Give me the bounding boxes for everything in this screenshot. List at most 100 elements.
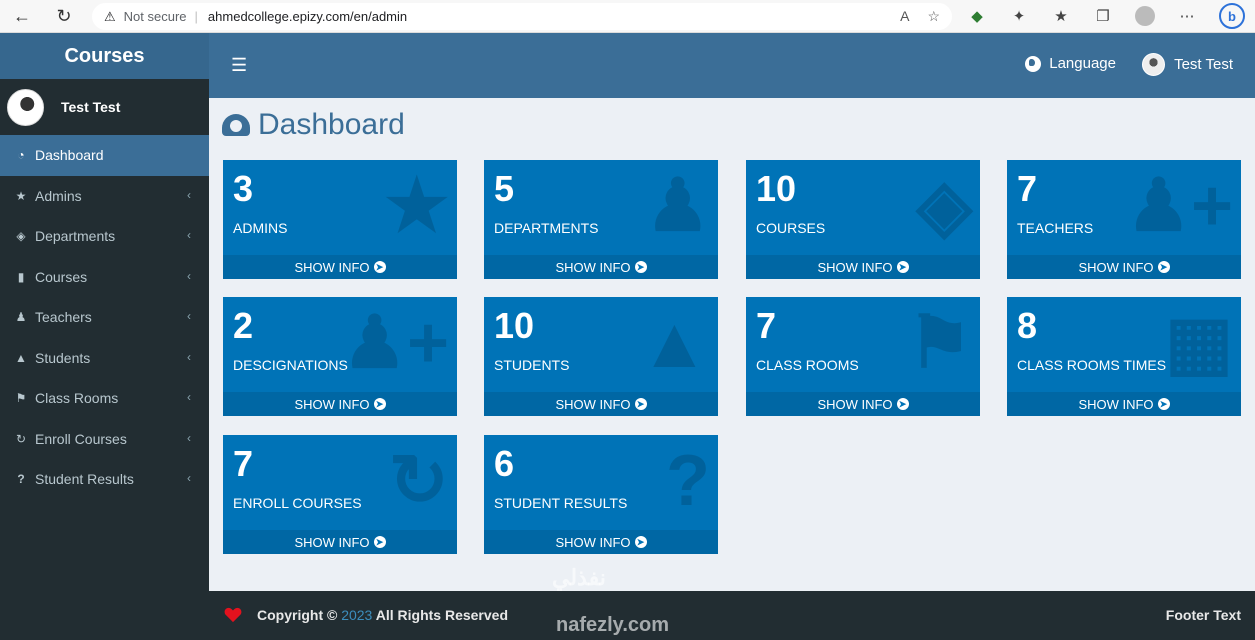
- question-icon: ?: [17, 472, 25, 487]
- sidebar-item-departments[interactable]: ◈ Departments ‹: [0, 216, 209, 257]
- extensions-puzzle-icon[interactable]: ✦: [1009, 6, 1029, 26]
- extension-leaf-icon[interactable]: ◆: [967, 6, 987, 26]
- sidebar-item-dashboard[interactable]: ◔ Dashboard: [0, 135, 209, 176]
- refresh-icon: ↻: [15, 431, 27, 446]
- tile-label: STUDENTS: [494, 357, 570, 373]
- collections-icon[interactable]: ❐: [1093, 6, 1113, 26]
- bing-icon[interactable]: b: [1219, 3, 1245, 29]
- question-icon: ?: [666, 441, 710, 521]
- tile-label: ADMINS: [233, 220, 288, 236]
- tile-label: TEACHERS: [1017, 220, 1094, 236]
- tile-count: 7: [756, 305, 777, 346]
- globe-icon: [1025, 55, 1042, 72]
- graduation-cap-icon: ▲: [638, 303, 710, 383]
- copyright-prefix: Copyright ©: [257, 607, 338, 623]
- arrow-circle-right-icon: ➤: [634, 536, 647, 548]
- avatar: [1142, 53, 1166, 76]
- tile-count: 8: [1017, 305, 1038, 346]
- sidebar-item-label: Dashboard: [35, 147, 104, 164]
- copyright-year-link[interactable]: 2023: [341, 607, 372, 623]
- language-menu[interactable]: Language: [1025, 55, 1116, 72]
- show-info-link[interactable]: SHOW INFO ➤: [746, 392, 980, 416]
- show-info-link[interactable]: SHOW INFO ➤: [484, 255, 718, 279]
- watermark-logo: نفذلي: [552, 565, 606, 590]
- show-info-link[interactable]: SHOW INFO ➤: [223, 530, 457, 554]
- watermark-url: nafezly.com: [556, 614, 669, 636]
- info-tile-teachers: 7 TEACHERS ♟+ SHOW INFO ➤: [1007, 160, 1241, 279]
- sidebar-item-label: Courses: [35, 268, 88, 285]
- sidebar-item-students[interactable]: ▲ Students ‹: [0, 338, 209, 379]
- show-info-link[interactable]: SHOW INFO ➤: [1007, 255, 1241, 279]
- reload-icon[interactable]: ↻: [50, 2, 78, 30]
- favorite-star-icon[interactable]: ☆: [927, 8, 940, 25]
- chevron-left-icon: ‹: [187, 268, 191, 283]
- show-info-link[interactable]: SHOW INFO ➤: [484, 530, 718, 554]
- arrow-circle-right-icon: ➤: [896, 261, 909, 273]
- sidebar-user-panel: Test Test: [0, 79, 209, 135]
- tile-count: 7: [1017, 168, 1038, 209]
- tile-label: CLASS ROOMS: [756, 357, 859, 373]
- arrow-circle-right-icon: ➤: [634, 398, 647, 410]
- tile-label: COURSES: [756, 220, 826, 236]
- address-bar[interactable]: ⚠ Not secure | ahmedcollege.epizy.com/en…: [92, 3, 952, 30]
- show-info-link[interactable]: SHOW INFO ➤: [746, 255, 980, 279]
- arrow-circle-right-icon: ➤: [634, 261, 647, 273]
- sidebar-item-label: Students: [35, 349, 91, 366]
- tile-label: ENROLL COURSES: [233, 495, 362, 511]
- arrow-circle-right-icon: ➤: [1157, 398, 1170, 410]
- sidebar-item-teachers[interactable]: ♟ Teachers ‹: [0, 297, 209, 338]
- show-info-label: SHOW INFO: [1078, 396, 1154, 412]
- info-tile-students: 10 STUDENTS ▲ SHOW INFO ➤: [484, 297, 718, 416]
- tile-label: DEPARTMENTS: [494, 220, 599, 236]
- info-tile-class-rooms: 7 CLASS ROOMS ⚑ SHOW INFO ➤: [746, 297, 980, 416]
- app-logo[interactable]: Courses: [0, 33, 209, 79]
- show-info-link[interactable]: SHOW INFO ➤: [223, 255, 457, 279]
- page-footer: Copyright © 2023 All Rights Reserved Foo…: [209, 591, 1255, 640]
- arrow-circle-right-icon: ➤: [1157, 261, 1170, 273]
- tile-count: 10: [756, 168, 797, 209]
- show-info-label: SHOW INFO: [294, 534, 370, 550]
- sidebar-item-courses[interactable]: ▮ Courses ‹: [0, 257, 209, 298]
- show-info-link[interactable]: SHOW INFO ➤: [484, 392, 718, 416]
- sidebar-item-student-results[interactable]: ? Student Results ‹: [0, 459, 209, 500]
- footer-right-text: Footer Text: [1165, 607, 1241, 623]
- tile-label: CLASS ROOMS TIMES: [1017, 357, 1167, 373]
- more-menu-icon[interactable]: ⋯: [1177, 6, 1197, 26]
- show-info-label: SHOW INFO: [555, 396, 631, 412]
- show-info-link[interactable]: SHOW INFO ➤: [223, 392, 457, 416]
- chevron-left-icon: ‹: [187, 390, 191, 404]
- user-icon: ♟: [645, 166, 710, 246]
- show-info-link[interactable]: SHOW INFO ➤: [1007, 392, 1241, 416]
- tile-count: 6: [494, 443, 515, 484]
- sidebar-item-class-rooms[interactable]: ⚑ Class Rooms ‹: [0, 378, 209, 419]
- show-info-label: SHOW INFO: [817, 259, 893, 275]
- copyright-suffix: All Rights Reserved: [375, 607, 508, 623]
- sidebar-item-enroll-courses[interactable]: ↻ Enroll Courses ‹: [0, 419, 209, 460]
- url-separator: |: [194, 9, 198, 24]
- page-title: Dashboard: [222, 108, 405, 142]
- chevron-left-icon: ‹: [187, 228, 191, 242]
- back-arrow-icon[interactable]: ←: [8, 2, 36, 30]
- sidebar-toggle-icon[interactable]: ☰: [231, 55, 247, 76]
- page-title-text: Dashboard: [258, 108, 405, 141]
- chevron-left-icon: ‹: [187, 471, 191, 485]
- user-menu[interactable]: Test Test: [1142, 53, 1233, 76]
- read-aloud-icon[interactable]: A: [900, 8, 909, 25]
- sidebar-item-admins[interactable]: ★ Admins ‹: [0, 176, 209, 217]
- favorites-icon[interactable]: ★: [1051, 6, 1071, 26]
- chevron-left-icon: ‹: [187, 187, 191, 202]
- sidebar-item-label: Admins: [35, 187, 82, 204]
- sidebar: Test Test ◔ Dashboard ★ Admins ‹ ◈ Depar…: [0, 79, 209, 640]
- profile-avatar-icon[interactable]: [1135, 6, 1155, 26]
- show-info-label: SHOW INFO: [817, 396, 893, 412]
- chevron-left-icon: ‹: [187, 349, 191, 364]
- info-tile-admins: 3 ADMINS ★ SHOW INFO ➤: [223, 160, 457, 279]
- star-icon: ★: [15, 188, 27, 203]
- tile-label: DESCIGNATIONS: [233, 357, 348, 373]
- top-navbar: ☰ Language Test Test: [209, 33, 1255, 98]
- sidebar-user-name: Test Test: [61, 99, 121, 115]
- heart-icon: [224, 607, 242, 623]
- sidebar-item-label: Class Rooms: [35, 390, 119, 407]
- info-tile-class-rooms-times: 8 CLASS ROOMS TIMES ▦ SHOW INFO ➤: [1007, 297, 1241, 416]
- chevron-left-icon: ‹: [187, 430, 191, 445]
